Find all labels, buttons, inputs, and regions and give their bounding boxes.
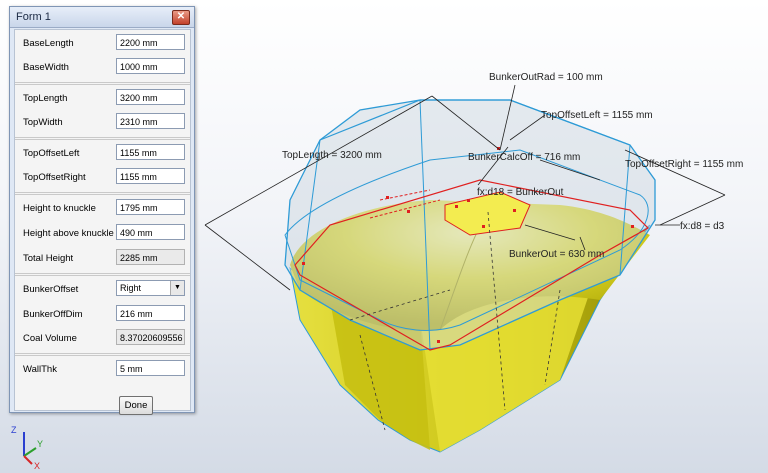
height-to-knuckle-label: Height to knuckle <box>23 203 96 214</box>
base-length-label: BaseLength <box>23 38 74 49</box>
form-body: BaseLength 2200 mm BaseWidth 1000 mm Top… <box>14 29 191 415</box>
close-icon[interactable]: ✕ <box>177 11 185 22</box>
axis-triad[interactable]: Z Y X <box>6 418 46 470</box>
top-offset-left-input[interactable]: 1155 mm <box>116 144 185 160</box>
coal-volume-label: Coal Volume <box>23 333 77 344</box>
dim-fx-d18: fx:d18 = BunkerOut <box>477 187 564 198</box>
top-offset-left-label: TopOffsetLeft <box>23 148 80 159</box>
row-height-above-knuckle: Height above knuckle 490 mm <box>15 221 190 246</box>
row-wall-thk: WallThk 5 mm <box>15 357 190 382</box>
dim-bunker-out-rad: BunkerOutRad = 100 mm <box>489 72 603 83</box>
top-width-input[interactable]: 2310 mm <box>116 113 185 129</box>
height-above-knuckle-input[interactable]: 490 mm <box>116 224 185 240</box>
base-width-label: BaseWidth <box>23 62 69 73</box>
row-top-length: TopLength 3200 mm <box>15 86 190 111</box>
parameter-form: Form 1 ✕ BaseLength 2200 mm BaseWidth 10… <box>9 6 195 415</box>
dim-top-length: TopLength = 3200 mm <box>282 150 382 161</box>
bunker-offset-label: BunkerOffset <box>23 284 79 295</box>
total-height-value: 2285 mm <box>116 249 185 265</box>
dropdown-arrow-icon[interactable]: ▼ <box>170 281 184 295</box>
total-height-label: Total Height <box>23 253 74 264</box>
row-top-width: TopWidth 2310 mm <box>15 110 190 135</box>
axis-y-label: Y <box>37 439 43 449</box>
axis-x-label: X <box>34 461 40 470</box>
coal-volume-value: 8.37020609556 <box>116 329 185 345</box>
height-to-knuckle-input[interactable]: 1795 mm <box>116 199 185 215</box>
top-length-input[interactable]: 3200 mm <box>116 89 185 105</box>
form-title: Form 1 <box>16 11 51 23</box>
row-coal-volume: Coal Volume 8.37020609556 <box>15 326 190 351</box>
dim-fx-d8: fx:d8 = d3 <box>680 221 725 232</box>
wall-thk-input[interactable]: 5 mm <box>116 360 185 376</box>
form-titlebar[interactable]: Form 1 ✕ <box>10 7 194 28</box>
row-bunker-offset: BunkerOffset Right ▼ <box>15 277 190 302</box>
bunker-off-dim-label: BunkerOffDim <box>23 309 83 320</box>
done-button[interactable]: Done <box>119 396 153 415</box>
bunker-offset-select[interactable]: Right ▼ <box>116 280 185 296</box>
row-total-height: Total Height 2285 mm <box>15 246 190 271</box>
dim-bunker-out: BunkerOut = 630 mm <box>509 249 604 260</box>
row-top-offset-right: TopOffsetRight 1155 mm <box>15 165 190 190</box>
row-base-width: BaseWidth 1000 mm <box>15 55 190 80</box>
row-top-offset-left: TopOffsetLeft 1155 mm <box>15 141 190 166</box>
base-width-input[interactable]: 1000 mm <box>116 58 185 74</box>
base-length-input[interactable]: 2200 mm <box>116 34 185 50</box>
bunker-off-dim-input[interactable]: 216 mm <box>116 305 185 321</box>
bunker-offset-value: Right <box>120 283 142 293</box>
row-bunker-off-dim: BunkerOffDim 216 mm <box>15 302 190 327</box>
row-base-length: BaseLength 2200 mm <box>15 31 190 56</box>
dim-top-offset-left: TopOffsetLeft = 1155 mm <box>541 110 653 121</box>
top-length-label: TopLength <box>23 93 68 104</box>
row-height-to-knuckle: Height to knuckle 1795 mm <box>15 196 190 221</box>
top-width-label: TopWidth <box>23 117 63 128</box>
axis-z-label: Z <box>11 425 17 435</box>
height-above-knuckle-label: Height above knuckle <box>23 228 114 239</box>
top-offset-right-input[interactable]: 1155 mm <box>116 168 185 184</box>
close-button[interactable]: ✕ <box>172 10 190 25</box>
wall-thk-label: WallThk <box>23 364 57 375</box>
top-offset-right-label: TopOffsetRight <box>23 172 86 183</box>
dim-bunker-calc-off: BunkerCalcOff = 716 mm <box>468 152 580 163</box>
dim-top-offset-right: TopOffsetRight = 1155 mm <box>625 159 743 170</box>
